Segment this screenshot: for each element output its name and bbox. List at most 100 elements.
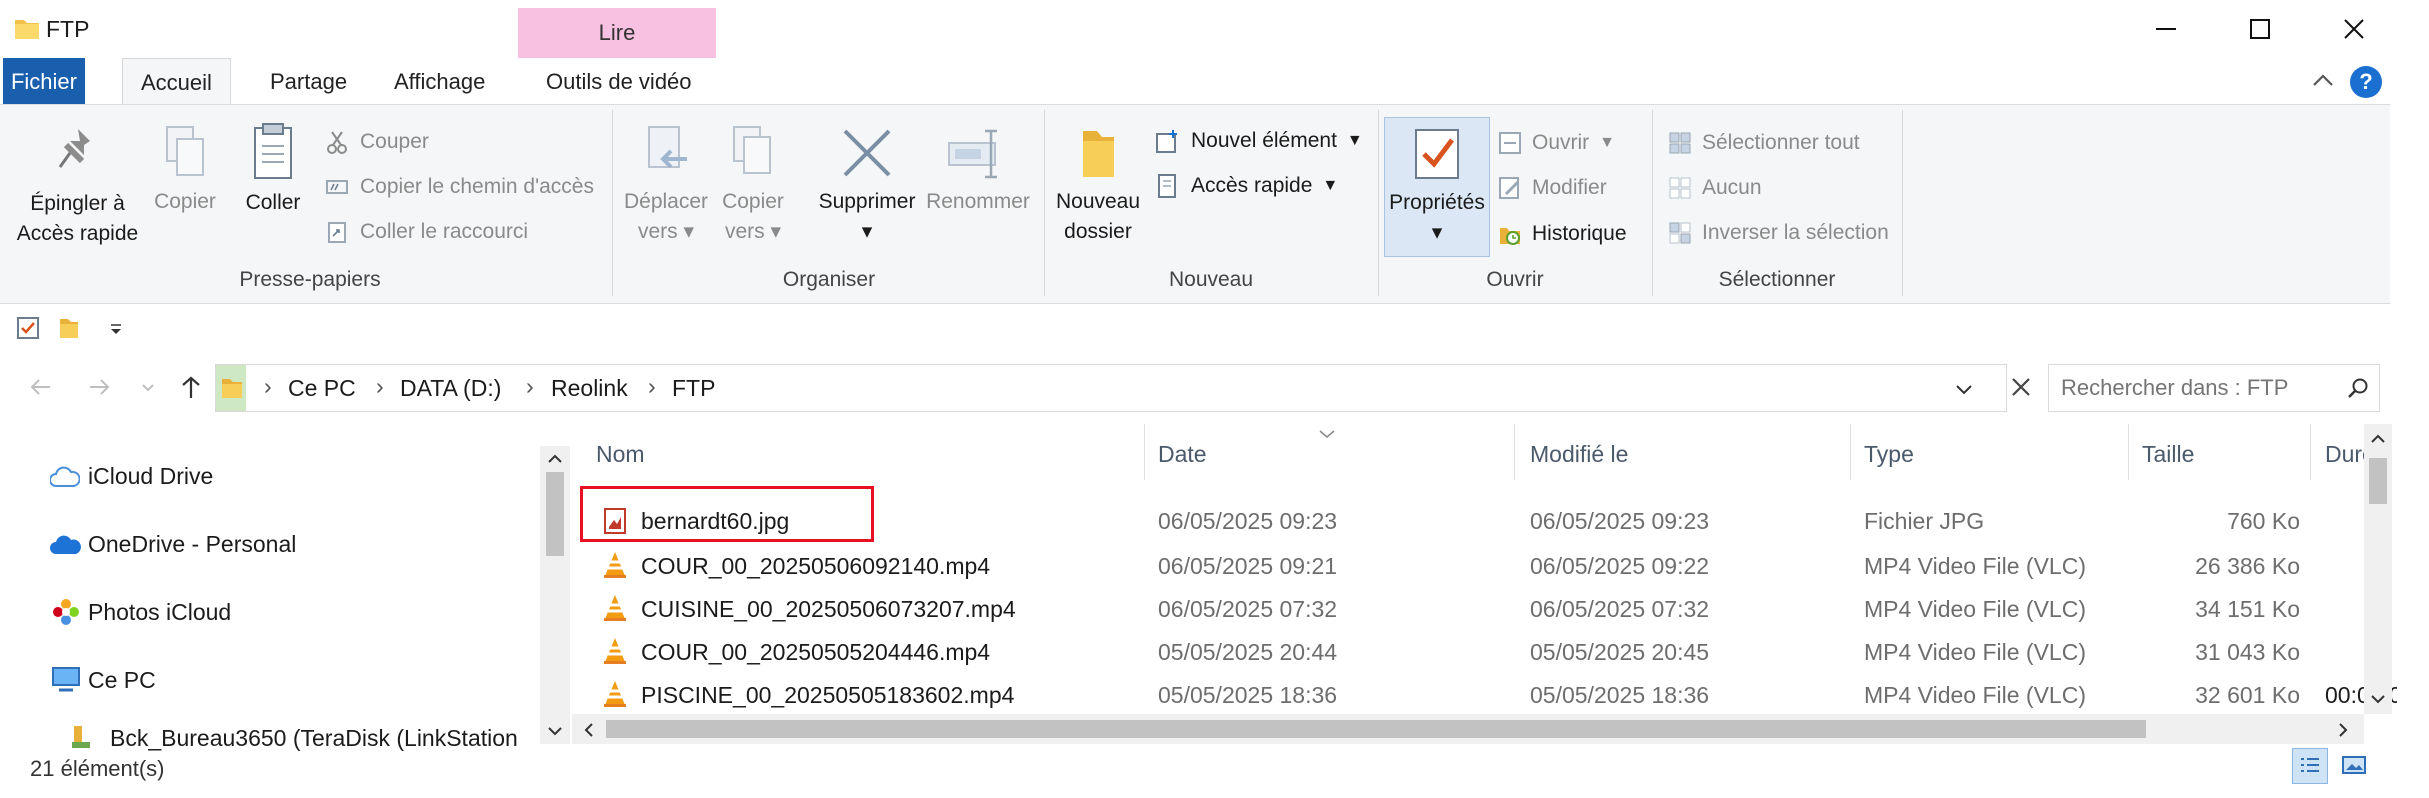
tab-video-tools[interactable]: Outils de vidéo — [528, 58, 710, 105]
scroll-down-arrow-icon[interactable] — [2370, 692, 2386, 706]
new-item-label: Nouvel élément — [1191, 129, 1337, 152]
close-icon — [2344, 19, 2364, 39]
file-name[interactable]: COUR_00_20250506092140.mp4 — [641, 545, 990, 587]
paste-button[interactable]: Coller — [238, 122, 308, 218]
easy-access-icon — [1158, 174, 1176, 198]
search-box[interactable] — [2048, 364, 2380, 412]
delete-button[interactable]: Supprimer ▾ — [812, 125, 922, 247]
column-header-name[interactable]: Nom — [596, 432, 645, 476]
scroll-left-arrow-icon[interactable] — [582, 722, 596, 738]
tab-file[interactable]: Fichier — [3, 58, 85, 105]
file-list-horizontal-scrollbar[interactable] — [572, 714, 2364, 744]
large-icons-view-button[interactable] — [2336, 748, 2370, 782]
nav-item-bck-bureau[interactable]: Bck_Bureau3650 (TeraDisk (LinkStation — [110, 718, 540, 758]
folder-icon[interactable] — [58, 316, 80, 340]
history-button[interactable]: Historique — [1498, 218, 1627, 250]
search-input[interactable] — [2059, 371, 2333, 405]
file-modified: 06/05/2025 09:23 — [1530, 508, 1710, 534]
move-to-button[interactable]: Déplacer vers ▾ — [620, 125, 712, 247]
copy-to-button[interactable]: Copier vers ▾ — [712, 125, 794, 247]
column-separator[interactable] — [1850, 424, 1851, 480]
column-separator[interactable] — [2128, 424, 2129, 480]
properties-check-icon[interactable] — [16, 316, 40, 340]
copy-button[interactable]: Copier — [150, 125, 220, 217]
scissors-icon — [327, 131, 347, 154]
column-separator[interactable] — [2310, 424, 2311, 480]
scroll-right-arrow-icon[interactable] — [2336, 722, 2350, 738]
column-header-date[interactable]: Date — [1158, 432, 1207, 476]
details-view-button[interactable] — [2292, 748, 2328, 784]
column-header-type[interactable]: Type — [1864, 432, 1914, 476]
forward-arrow-icon[interactable] — [86, 374, 112, 400]
scroll-up-arrow-icon[interactable] — [2370, 432, 2386, 446]
close-button[interactable] — [2307, 0, 2401, 58]
nav-scroll-thumb[interactable] — [546, 472, 564, 556]
tab-share[interactable]: Partage — [252, 58, 365, 105]
file-name[interactable]: COUR_00_20250505204446.mp4 — [641, 631, 990, 673]
minimize-button[interactable] — [2119, 0, 2213, 58]
move-to-label-line2: vers — [637, 220, 678, 243]
pin-icon — [58, 129, 90, 168]
invert-selection-button[interactable]: Inverser la sélection — [1668, 217, 1889, 249]
column-header-modified[interactable]: Modifié le — [1530, 432, 1628, 476]
pin-quick-access-button[interactable]: Épingler à Accès rapide — [10, 125, 145, 249]
customize-toolbar-icon[interactable] — [108, 322, 124, 338]
new-folder-icon — [1083, 131, 1114, 177]
organize-group-label: Organiser — [782, 268, 876, 291]
dropdown-arrow-icon: ▼ — [1599, 134, 1616, 151]
tab-view[interactable]: Affichage — [376, 58, 503, 105]
vertical-scroll-thumb[interactable] — [2369, 458, 2387, 504]
clear-address-x-icon[interactable] — [2008, 374, 2034, 400]
help-icon[interactable]: ? — [2350, 66, 2382, 98]
properties-check-icon — [1415, 129, 1459, 179]
up-arrow-icon[interactable] — [178, 374, 204, 400]
easy-access-button[interactable]: Accès rapide ▼ — [1155, 170, 1338, 202]
dropdown-arrow-icon: ▾ — [683, 220, 695, 243]
horizontal-scroll-thumb[interactable] — [606, 720, 2146, 738]
recent-locations-chevron-icon[interactable] — [140, 380, 156, 396]
column-separator[interactable] — [1144, 424, 1145, 480]
paste-icon — [254, 123, 292, 179]
onedrive-cloud-icon — [50, 535, 81, 554]
select-none-button[interactable]: Aucun — [1668, 172, 1762, 204]
address-bar[interactable]: › Ce PC › DATA (D:) › Reolink › FTP — [215, 364, 2007, 412]
properties-button[interactable]: Propriétés ▾ — [1384, 117, 1490, 257]
nav-item-photos-icloud[interactable]: Photos iCloud — [88, 592, 231, 632]
delete-x-icon — [843, 129, 891, 177]
column-header-size[interactable]: Taille — [2142, 432, 2194, 476]
edit-button[interactable]: Modifier — [1498, 172, 1607, 204]
scroll-up-arrow-icon[interactable] — [547, 452, 563, 466]
new-item-button[interactable]: Nouvel élément ▼ — [1155, 125, 1363, 157]
nav-item-icloud-drive[interactable]: iCloud Drive — [88, 456, 213, 496]
paste-shortcut-button[interactable]: Coller le raccourci — [326, 217, 528, 247]
breadcrumb-data-drive[interactable]: DATA (D:) — [400, 375, 501, 402]
back-arrow-icon[interactable] — [28, 374, 54, 400]
open-button[interactable]: Ouvrir ▼ — [1498, 127, 1615, 159]
copy-path-button[interactable]: Copier le chemin d'accès — [326, 172, 594, 202]
file-date: 06/05/2025 07:32 — [1158, 596, 1338, 622]
nav-item-this-pc[interactable]: Ce PC — [88, 660, 156, 700]
search-icon[interactable] — [2347, 377, 2369, 399]
network-drive-icon — [72, 726, 90, 748]
cut-button[interactable]: Couper — [326, 127, 429, 157]
select-all-button[interactable]: Sélectionner tout — [1668, 127, 1860, 159]
breadcrumb-reolink[interactable]: Reolink — [551, 375, 628, 402]
details-view-icon — [2301, 758, 2319, 772]
nav-item-onedrive[interactable]: OneDrive - Personal — [88, 524, 296, 564]
new-folder-button[interactable]: Nouveau dossier — [1050, 125, 1146, 247]
scroll-down-arrow-icon[interactable] — [547, 724, 563, 738]
breadcrumb-this-pc[interactable]: Ce PC — [288, 375, 356, 402]
address-dropdown-chevron-icon[interactable] — [1954, 379, 1974, 399]
collapse-ribbon-button[interactable] — [2310, 68, 2336, 94]
maximize-button[interactable] — [2213, 0, 2307, 58]
rename-button[interactable]: Renommer — [924, 125, 1032, 217]
file-list-vertical-scrollbar[interactable] — [2364, 424, 2392, 714]
file-name[interactable]: PISCINE_00_20250505183602.mp4 — [641, 674, 1014, 716]
breadcrumb-ftp[interactable]: FTP — [672, 375, 715, 402]
column-separator[interactable] — [1514, 424, 1515, 480]
tab-home[interactable]: Accueil — [122, 58, 231, 105]
ribbon-separator — [1902, 110, 1903, 296]
file-date: 05/05/2025 20:44 — [1158, 639, 1338, 665]
file-name[interactable]: CUISINE_00_20250506073207.mp4 — [641, 588, 1016, 630]
nav-scrollbar[interactable] — [540, 446, 570, 744]
